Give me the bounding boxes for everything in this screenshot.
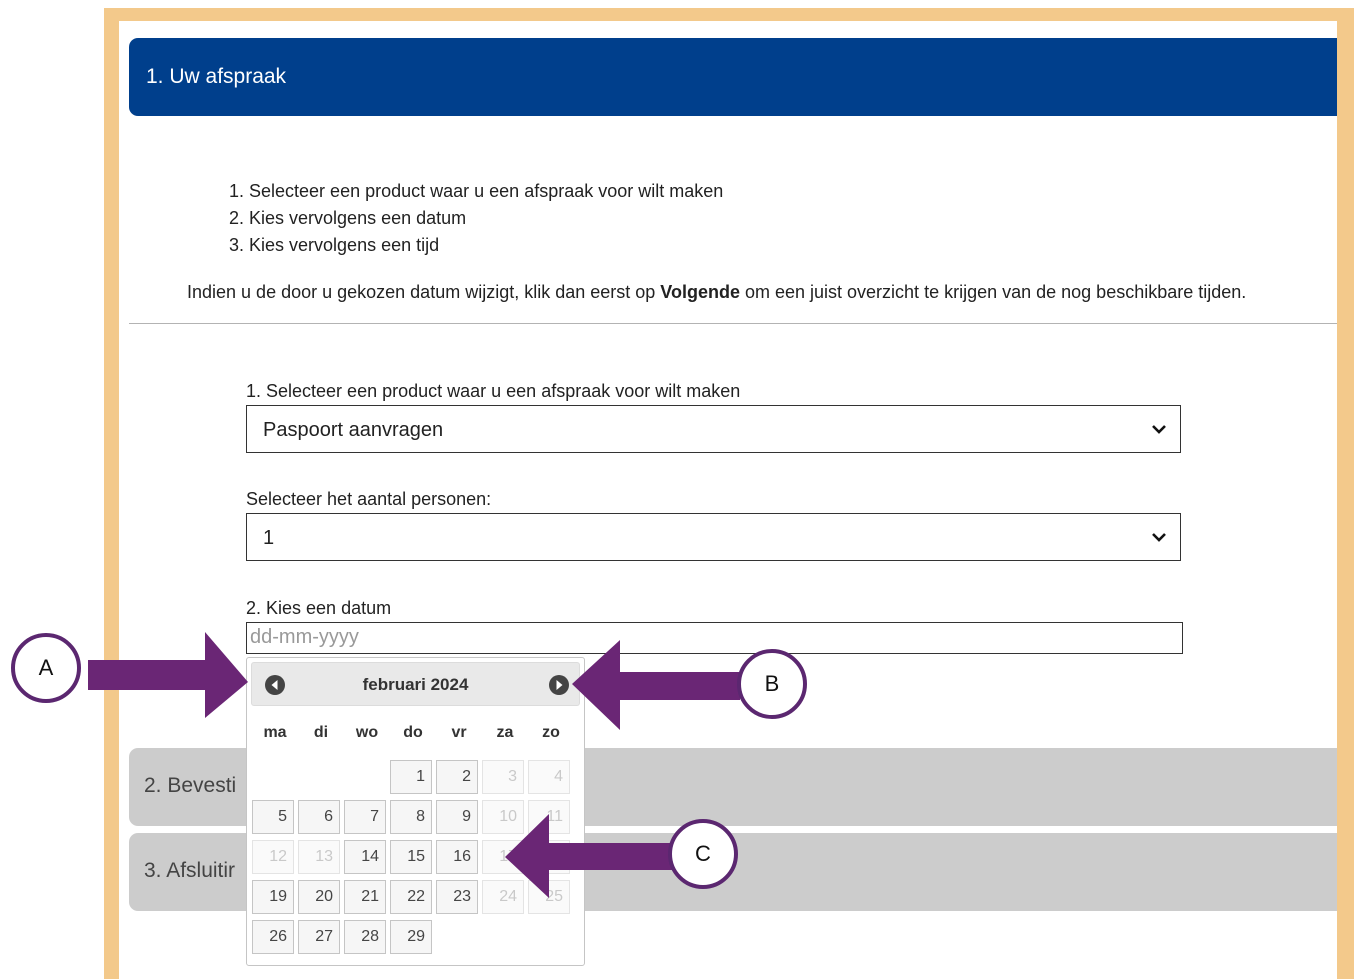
arrow-a <box>88 632 248 718</box>
arrow-b <box>572 640 740 730</box>
arrow-c <box>505 814 672 898</box>
callout-c: C <box>668 819 738 889</box>
callout-a: A <box>11 633 81 703</box>
callout-b: B <box>737 649 807 719</box>
